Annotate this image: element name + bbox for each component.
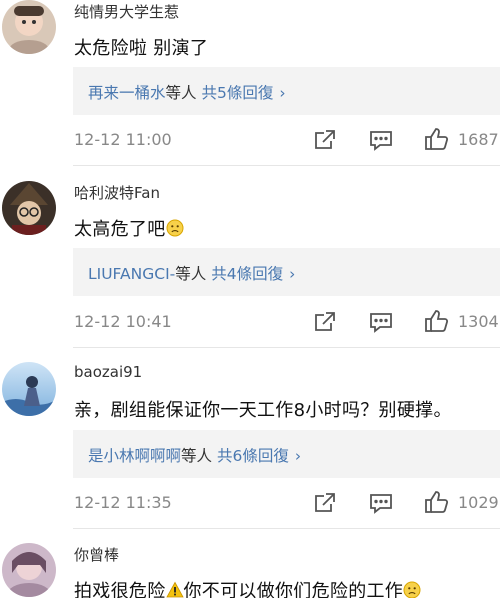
comment-icon[interactable] xyxy=(368,127,394,153)
reply-user-link[interactable]: LIUFANGCI- xyxy=(88,265,175,283)
like-count: 1304 xyxy=(458,312,499,331)
chevron-right-icon: › xyxy=(279,84,286,102)
comment-text-part-b: 你不可以做你们危险的工作 xyxy=(183,581,404,598)
username[interactable]: 哈利波特Fan xyxy=(74,182,160,203)
reply-count-link[interactable]: 共5條回復 xyxy=(201,84,273,102)
reply-count-link[interactable]: 共4條回復 xyxy=(211,265,283,283)
divider xyxy=(73,165,500,166)
reply-mid-text: 等人 xyxy=(175,265,207,283)
comment-time: 12-12 10:41 xyxy=(74,312,172,331)
like-count: 1029 xyxy=(458,493,499,512)
reply-user-link[interactable]: 再来一桶水 xyxy=(88,84,166,102)
comment-time: 12-12 11:35 xyxy=(74,493,172,512)
like-icon[interactable] xyxy=(424,308,450,334)
reply-summary[interactable]: 是小林啊啊啊等人 共6條回復 › xyxy=(73,430,500,478)
avatar[interactable] xyxy=(2,0,56,54)
comment-text: 太高危了吧 xyxy=(74,215,184,241)
warning-sign-icon xyxy=(165,581,184,598)
comment-icon[interactable] xyxy=(368,490,394,516)
comment-text: 亲，剧组能保证你一天工作8小时吗？别硬撑。 xyxy=(74,400,452,421)
comment-text-main: 太高危了吧 xyxy=(74,219,166,240)
like-icon[interactable] xyxy=(424,489,450,515)
chevron-right-icon: › xyxy=(289,265,296,283)
share-icon[interactable] xyxy=(312,309,338,335)
reply-mid-text: 等人 xyxy=(165,84,197,102)
chevron-right-icon: › xyxy=(294,447,302,465)
divider xyxy=(73,528,500,529)
reply-mid-text: 等人 xyxy=(181,447,213,465)
comment-text: 太危险啦 别演了 xyxy=(74,38,209,59)
username[interactable]: baozai91 xyxy=(74,363,142,381)
username[interactable]: 你曾棒 xyxy=(74,544,119,565)
avatar[interactable] xyxy=(2,543,56,597)
avatar[interactable] xyxy=(2,362,56,416)
comment-icon[interactable] xyxy=(368,309,394,335)
share-icon[interactable] xyxy=(312,127,338,153)
slightly-frowning-face-icon xyxy=(166,219,184,237)
share-icon[interactable] xyxy=(312,490,338,516)
like-icon[interactable] xyxy=(424,126,450,152)
reply-summary[interactable]: LIUFANGCI-等人 共4條回復 › xyxy=(73,248,500,296)
reply-user-link[interactable]: 是小林啊啊啊 xyxy=(88,447,181,465)
comment-time: 12-12 11:00 xyxy=(74,130,172,149)
reply-count-link[interactable]: 共6條回復 xyxy=(217,447,289,465)
avatar[interactable] xyxy=(2,181,56,235)
divider xyxy=(73,347,500,348)
comment-text: 拍戏很危险 你不可以做你们危险的工作 xyxy=(74,577,421,598)
username[interactable]: 纯情男大学生惹 xyxy=(74,1,179,22)
slightly-frowning-face-icon xyxy=(403,581,421,598)
comment-text-part-a: 拍戏很危险 xyxy=(74,581,166,598)
reply-summary[interactable]: 再来一桶水等人 共5條回復 › xyxy=(73,67,500,115)
like-count: 1687 xyxy=(458,130,499,149)
